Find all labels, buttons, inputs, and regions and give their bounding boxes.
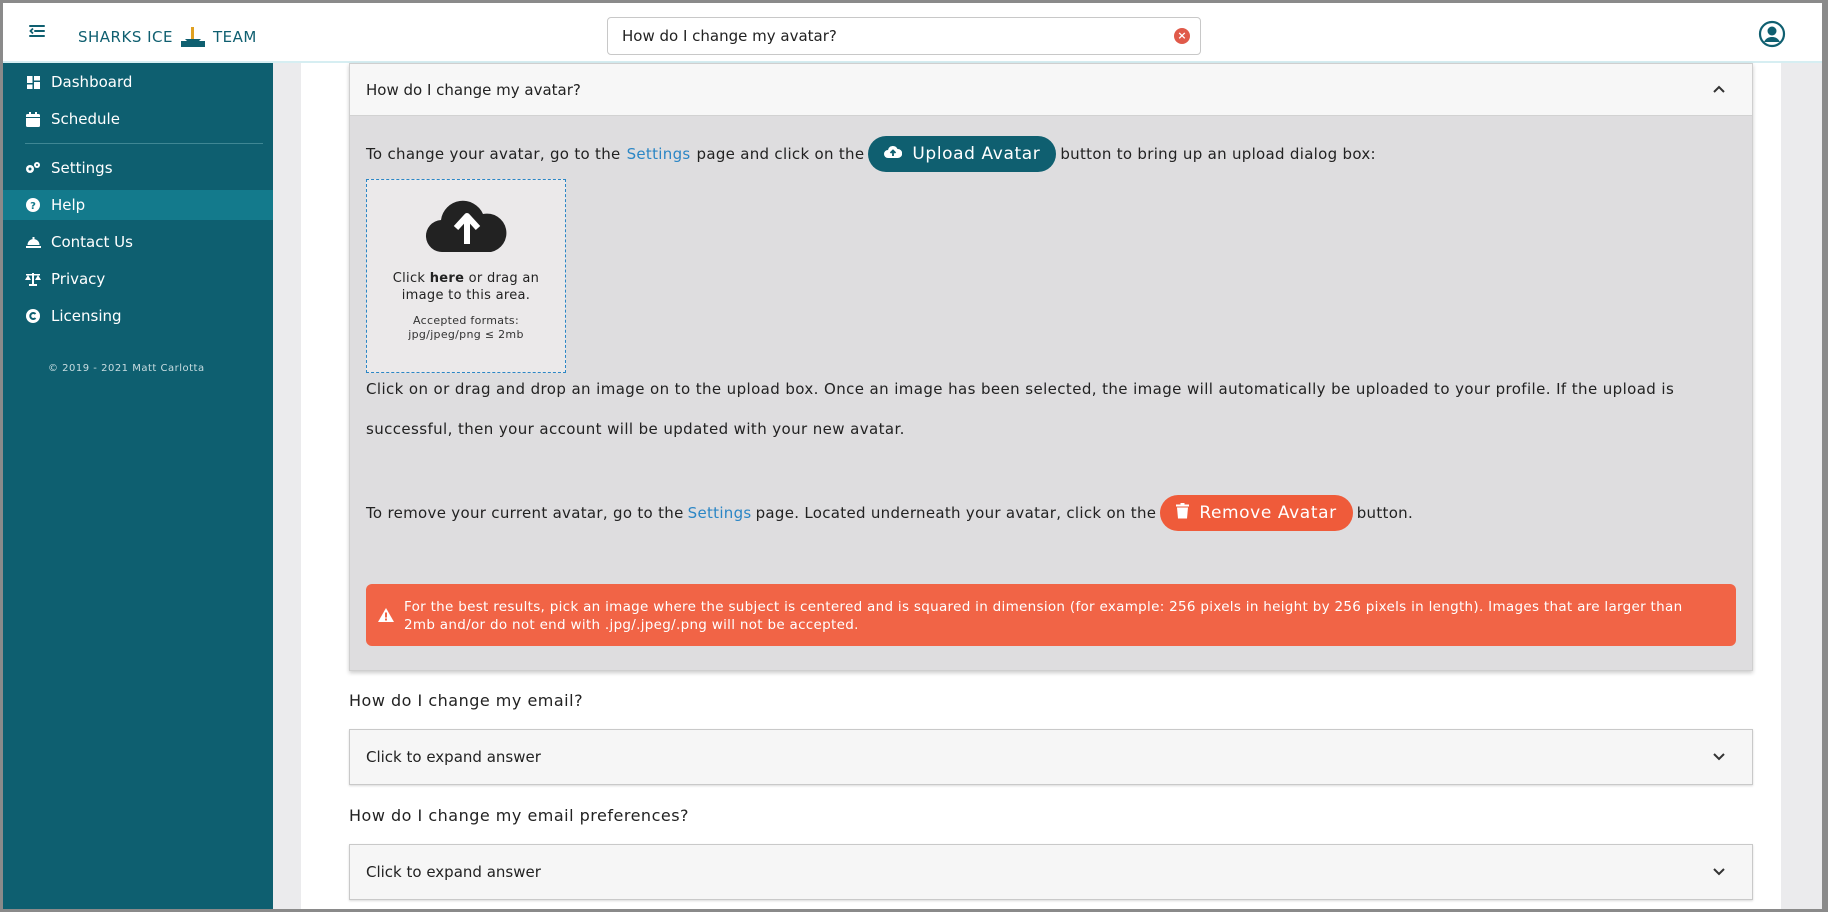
faq-panel-email[interactable]: Click to expand answer [349, 729, 1753, 785]
dropzone-here-text[interactable]: here [430, 271, 465, 286]
sidebar-item-settings[interactable]: Settings [3, 153, 273, 183]
faq-question-email-preferences: How do I change my email preferences? [349, 806, 690, 825]
collapse-menu-icon[interactable] [27, 23, 47, 43]
instruction-text: button to bring up an upload dialog box: [1060, 145, 1376, 163]
svg-text:?: ? [30, 201, 36, 212]
dropzone-formats: Accepted formats: jpg/jpeg/png ≤ 2mb [367, 314, 565, 342]
sidebar-item-licensing[interactable]: Licensing [3, 301, 273, 331]
sidebar-item-label: Help [51, 196, 86, 214]
brand-text-right: TEAM [213, 28, 257, 46]
account-icon[interactable] [1758, 20, 1786, 48]
sidebar-divider [25, 143, 263, 144]
formats-label: Accepted formats: [413, 314, 519, 327]
dropzone-rest-text: or drag an [468, 271, 540, 286]
settings-link[interactable]: Settings [688, 504, 752, 522]
dropzone-click-text: Click [392, 271, 426, 286]
sidebar-item-contact-us[interactable]: Contact Us [3, 227, 273, 257]
upload-description: Click on or drag and drop an image on to… [366, 380, 1675, 438]
sidebar-item-label: Schedule [51, 110, 120, 128]
sidebar-item-schedule[interactable]: Schedule [3, 104, 273, 134]
hockey-logo-icon [179, 25, 207, 49]
instruction-text: To remove your current avatar, go to the [366, 504, 684, 522]
app-window: SHARKS ICE TEAM × Dashboard Schedule [0, 0, 1828, 912]
remove-instructions: To remove your current avatar, go to the… [366, 495, 1413, 531]
dropzone-line2-text: image to this area. [401, 288, 531, 303]
cloud-upload-icon [884, 144, 903, 164]
copyright-text: © 2019 - 2021 Matt Carlotta [48, 363, 205, 374]
chevron-down-icon[interactable] [1712, 865, 1726, 879]
instruction-text: page. Located underneath your avatar, cl… [755, 504, 1157, 522]
top-bar: SHARKS ICE TEAM × [3, 3, 1822, 63]
warning-alert: For the best results, pick an image wher… [366, 584, 1736, 646]
settings-link[interactable]: Settings [627, 145, 691, 163]
upload-instructions: To change your avatar, go to the Setting… [366, 136, 1376, 172]
upload-avatar-button[interactable]: Upload Avatar [868, 136, 1057, 172]
brand-text-left: SHARKS ICE [78, 28, 173, 46]
main-area: How do I change my avatar? To change you… [273, 63, 1822, 909]
remove-avatar-label: Remove Avatar [1199, 503, 1337, 523]
copyright-icon [25, 308, 41, 324]
clear-search-icon[interactable]: × [1174, 28, 1190, 44]
expand-label: Click to expand answer [366, 748, 541, 766]
remove-avatar-button[interactable]: Remove Avatar [1160, 495, 1353, 531]
alert-text: For the best results, pick an image wher… [404, 599, 1683, 633]
sidebar-item-label: Licensing [51, 307, 122, 325]
bell-concierge-icon [25, 234, 41, 250]
upload-avatar-label: Upload Avatar [912, 144, 1041, 164]
search-input[interactable] [622, 18, 1162, 54]
sidebar-item-privacy[interactable]: Privacy [3, 264, 273, 294]
faq-panel-avatar: How do I change my avatar? To change you… [349, 63, 1753, 671]
expand-label: Click to expand answer [366, 863, 541, 881]
sidebar: Dashboard Schedule Settings ? Help Conta [3, 63, 273, 909]
sidebar-item-label: Privacy [51, 270, 106, 288]
scale-icon [25, 271, 41, 287]
sidebar-item-label: Dashboard [51, 73, 133, 91]
dropzone-text: Click here or drag an image to this area… [367, 270, 565, 304]
trash-icon [1176, 502, 1190, 524]
faq-panel-email-preferences[interactable]: Click to expand answer [349, 844, 1753, 900]
warning-icon [378, 608, 394, 622]
gears-icon [25, 160, 41, 176]
chevron-up-icon[interactable] [1712, 82, 1726, 96]
help-content: How do I change my avatar? To change you… [301, 63, 1781, 909]
chevron-down-icon[interactable] [1712, 750, 1726, 764]
question-circle-icon: ? [25, 197, 41, 213]
search-box: × [607, 17, 1201, 55]
grid-icon [25, 74, 41, 90]
faq-question: How do I change my avatar? [366, 80, 581, 99]
sidebar-item-dashboard[interactable]: Dashboard [3, 67, 273, 97]
calendar-icon [25, 111, 41, 127]
formats-value: jpg/jpeg/png ≤ 2mb [408, 328, 524, 341]
faq-question-email: How do I change my email? [349, 691, 584, 710]
brand-logo[interactable]: SHARKS ICE TEAM [78, 25, 257, 49]
upload-dropzone[interactable]: Click here or drag an image to this area… [366, 179, 566, 373]
scroll-gutter [1781, 63, 1822, 909]
instruction-text: button. [1356, 504, 1414, 522]
faq-panel-header[interactable]: How do I change my avatar? [350, 64, 1752, 116]
sidebar-item-label: Settings [51, 159, 113, 177]
sidebar-item-label: Contact Us [51, 233, 133, 251]
sidebar-item-help[interactable]: ? Help [3, 190, 273, 220]
instruction-text: page and click on the [696, 145, 865, 163]
cloud-upload-icon [425, 194, 509, 256]
instruction-text: To change your avatar, go to the [366, 145, 621, 163]
